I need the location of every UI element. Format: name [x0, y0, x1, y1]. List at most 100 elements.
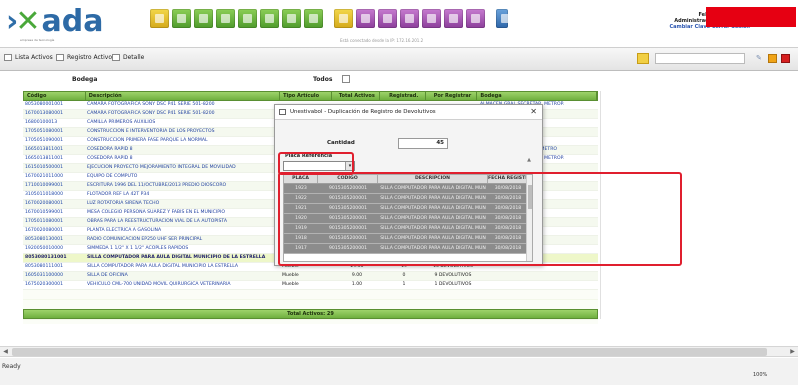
table-cell: 1670020080001 — [25, 201, 63, 206]
table-cell: EJECUCION PROYECTO MEJORAMIENTO INTEGRAL… — [87, 165, 236, 170]
list-icon — [4, 54, 12, 61]
close-icon[interactable] — [781, 54, 790, 63]
table-cell: CONSTRUCCION E INTERVENTORIA DE LOS PROY… — [87, 129, 215, 134]
tab-registro-activos[interactable]: Registro Activos — [56, 54, 115, 61]
table-cell: 1665013811001 — [25, 147, 63, 152]
list-icon[interactable] — [282, 9, 301, 28]
logo-text: ada — [41, 4, 104, 39]
table-cell: OBRAS PARA LA REESTRUCTURACION VIAL DE L… — [87, 219, 227, 224]
list-item[interactable]: 1922 9015305200001 SILLA COMPUTADOR PARA A… — [284, 194, 532, 204]
list-item[interactable]: 1923 9015305200001 SILLA COMPUTADOR PARA A… — [284, 184, 532, 194]
scroll-right-icon[interactable]: ▶ — [788, 348, 797, 356]
search-icon[interactable] — [637, 53, 649, 64]
col-header[interactable]: Tipo Artículo — [280, 92, 332, 100]
table-cell — [478, 272, 598, 280]
cantidad-input[interactable]: 45 — [398, 138, 448, 149]
table-cell: Mueble — [282, 273, 299, 278]
vertical-scrollbar[interactable] — [526, 175, 532, 261]
folder-icon[interactable] — [150, 9, 169, 28]
table-cell — [478, 281, 598, 289]
tab-bar: Lista Activos Registro Activos Detalle ✎ — [0, 47, 798, 71]
zoom-level[interactable]: 100% — [753, 372, 767, 378]
grid-icon[interactable] — [194, 9, 213, 28]
list-item[interactable]: 1921 9015305200001 SILLA COMPUTADOR PARA A… — [284, 204, 532, 214]
list-item[interactable]: 1919 9015305200001 SILLA COMPUTADOR PARA A… — [284, 224, 532, 234]
screen-icon[interactable] — [238, 9, 257, 28]
table-cell: 1919 — [295, 226, 307, 231]
table-cell: FLOTADOR REF LA 42T P34 — [87, 192, 150, 197]
devolutivos-grid: PLACA CODIGO DESCRIPCION FECHA REGISTRO … — [283, 174, 533, 262]
table-cell: 1705051080001 — [25, 129, 63, 134]
list-item[interactable]: 1918 9015305200001 SILLA COMPUTADOR PARA A… — [284, 234, 532, 244]
document-icon[interactable] — [216, 9, 235, 28]
table-cell: MESA COLEGIO PERSONA SUAREZ Y FABIS EN E… — [87, 210, 225, 215]
app-header: ›✕ ada empresa de tecnología Está conect… — [0, 0, 798, 46]
edit-icon[interactable]: ✎ — [756, 54, 762, 62]
list-item[interactable]: 1920 9015305200001 SILLA COMPUTADOR PARA A… — [284, 214, 532, 224]
scroll-left-icon[interactable]: ◀ — [1, 348, 10, 356]
todos-label: Todos — [313, 76, 333, 83]
table-cell: SILLA COMPUTADOR PARA AULA DIGITAL MUN — [380, 206, 486, 211]
table-cell: 1921 — [295, 206, 307, 211]
table-row[interactable]: 1675020300001 VEHICULO CML-700 UNIDAD MOV… — [23, 281, 598, 290]
table-cell: VEHICULO CML-700 UNIDAD MOVIL QUIRURGICA… — [87, 282, 231, 287]
table-icon[interactable] — [260, 9, 279, 28]
table-cell: 1605031100000 — [25, 273, 63, 278]
dialog-close-icon[interactable]: ✕ — [530, 107, 537, 116]
table-cell: 1705011080001 — [25, 219, 63, 224]
settings-icon[interactable] — [466, 9, 485, 28]
scroll-thumb[interactable] — [528, 185, 532, 209]
table-cell: 9 DEVOLUTIVOS — [434, 273, 472, 278]
col-header[interactable]: Bodega — [477, 92, 597, 100]
col-header[interactable]: PLACA — [284, 175, 318, 183]
col-header[interactable]: FECHA REGISTRO — [488, 175, 528, 183]
calendar-icon[interactable] — [378, 9, 397, 28]
col-header[interactable]: Descripción — [86, 92, 281, 100]
table-cell: 1665013811001 — [25, 156, 63, 161]
todos-checkbox[interactable] — [342, 75, 350, 83]
search-input[interactable] — [655, 53, 745, 64]
tab-lista-activos[interactable]: Lista Activos — [4, 54, 53, 61]
scroll-up-icon[interactable]: ▲ — [527, 157, 531, 163]
col-header[interactable]: DESCRIPCION — [378, 175, 488, 183]
col-header[interactable]: Código — [24, 92, 86, 100]
table-cell: 9015305200001 — [329, 216, 367, 221]
table-cell: LUZ ROTATORIA SIRENA TECHO — [87, 201, 160, 206]
table-cell: 1 DEVOLUTIVOS — [434, 282, 472, 287]
chart-icon[interactable] — [172, 9, 191, 28]
table-cell: SILLA COMPUTADOR PARA AULA DIGITAL MUN — [380, 226, 486, 231]
table-cell: SILLA COMPUTADOR PARA AULA DIGITAL MUN — [380, 246, 486, 251]
minimize-icon[interactable] — [768, 54, 777, 63]
print-icon[interactable] — [422, 9, 441, 28]
table-cell: 9015305200001 — [329, 246, 367, 251]
report-icon[interactable] — [400, 9, 419, 28]
table-cell: Mueble — [282, 282, 299, 287]
chevron-down-icon[interactable]: ▾ — [345, 162, 354, 170]
col-header[interactable]: Registrad. — [380, 92, 426, 100]
table-cell: CAMILLA PRIMEROS AUXILIOS — [87, 120, 156, 125]
list-item[interactable]: 1917 9015305200001 SILLA COMPUTADOR PARA A… — [284, 244, 532, 254]
table-cell: RADIO COMUNICACION EP250 UHF SER PRINCIP… — [87, 237, 203, 242]
placa-dropdown[interactable]: ▾ — [283, 161, 355, 171]
scroll-thumb[interactable] — [12, 348, 767, 356]
table-cell: 30/08/2018 — [494, 216, 522, 221]
table-cell: EQUIPO DE COMPUTO — [87, 174, 138, 179]
connection-info: Está conectado desde la IP: 172.16.201.2 — [340, 38, 424, 43]
table-row[interactable]: 1605031100000 SILLA DE OFICINA Mueble 9.00 0… — [23, 272, 598, 281]
redacted-block — [706, 7, 796, 27]
horizontal-scrollbar[interactable]: ◀ ▶ — [0, 346, 798, 357]
exit-icon[interactable] — [496, 9, 510, 28]
user-icon[interactable] — [356, 9, 375, 28]
money-icon[interactable] — [334, 9, 353, 28]
col-header[interactable]: CODIGO — [318, 175, 378, 183]
table-cell: COSEDORA RAPID 8 — [87, 147, 133, 152]
mail-icon[interactable] — [444, 9, 463, 28]
box-icon[interactable] — [304, 9, 323, 28]
col-header[interactable]: Total Activos — [332, 92, 380, 100]
table-cell: 9015305200001 — [329, 186, 367, 191]
table-cell: 30/08/2018 — [494, 246, 522, 251]
col-header[interactable]: Por Registrar — [426, 92, 478, 100]
table-cell: SILLA COMPUTADOR PARA AULA DIGITAL MUN — [380, 216, 486, 221]
tab-detalle[interactable]: Detalle — [112, 54, 144, 61]
table-cell: 0 — [402, 273, 406, 278]
